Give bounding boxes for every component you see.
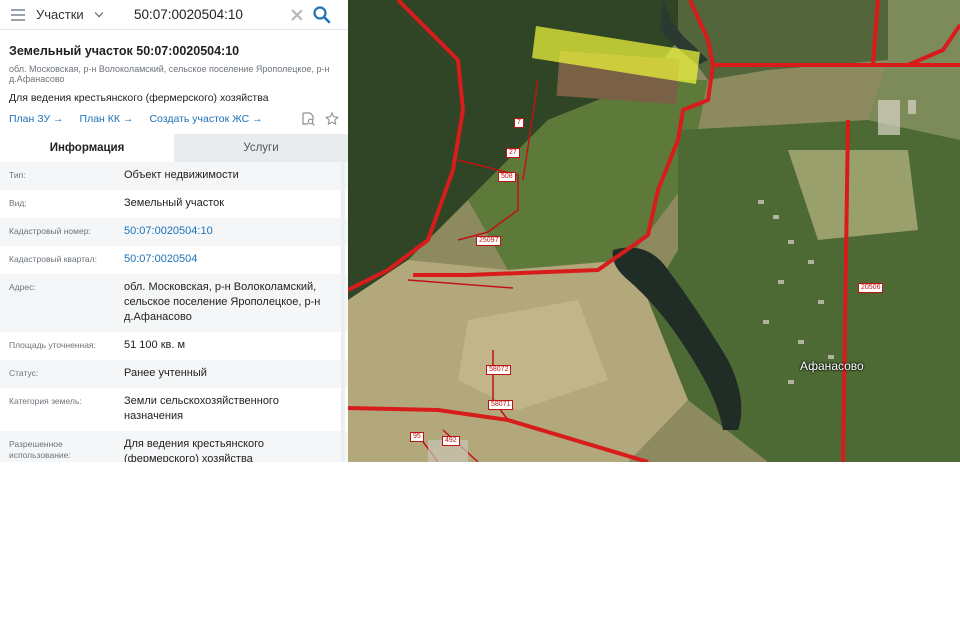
parcel-label: 7 [514, 118, 524, 128]
row-label: Категория земель: [9, 396, 82, 406]
parcel-label: 20506 [858, 283, 884, 293]
row-label: Площадь уточненная: [9, 340, 96, 350]
table-row: Вид: Земельный участок [0, 190, 348, 218]
plan-kk-link[interactable]: План КК → [80, 113, 134, 125]
table-row: Кадастровый номер: 50:07:0020504:10 [0, 218, 348, 246]
cadastral-number-link[interactable]: 50:07:0020504:10 [124, 224, 339, 239]
purpose-text: Для ведения крестьянского (фермерского) … [9, 92, 269, 104]
parcel-label: 492 [442, 436, 460, 446]
map-view[interactable]: Афанасово 7 27 508 25097 20506 58072 580… [348, 0, 960, 462]
blank-area [0, 462, 960, 640]
row-value: Земли сельскохозяйственного назначения [124, 395, 279, 422]
table-row: Кадастровый квартал: 50:07:0020504 [0, 246, 348, 274]
table-row: Площадь уточненная: 51 100 кв. м [0, 332, 348, 360]
search-bar: Участки 50:07:0020504:10 [0, 0, 348, 30]
parcel-label: 95 [410, 432, 424, 442]
address-subtitle: обл. Московская, р-н Волоколамский, сель… [9, 64, 330, 84]
star-icon[interactable] [325, 112, 339, 126]
row-label: Статус: [9, 368, 39, 378]
row-value: обл. Московская, р-н Волоколамский, сель… [124, 281, 321, 323]
settlement-label: Афанасово [800, 359, 864, 373]
search-icon[interactable] [312, 5, 332, 25]
table-row: Тип: Объект недвижимости [0, 162, 348, 190]
search-input[interactable]: 50:07:0020504:10 [106, 7, 290, 22]
row-value: Для ведения крестьянского (фермерского) … [124, 438, 265, 462]
create-parcel-link[interactable]: Создать участок ЖС → [149, 113, 262, 125]
row-value: Объект недвижимости [124, 169, 239, 181]
row-value: Земельный участок [124, 197, 225, 209]
scrollbar[interactable] [341, 162, 345, 462]
row-label: Кадастровый номер: [9, 226, 91, 236]
satellite-map [348, 0, 960, 462]
plan-zu-link[interactable]: План ЗУ → [9, 113, 64, 125]
table-row: Статус: Ранее учтенный [0, 360, 348, 388]
row-label: Разрешенное использование: [9, 439, 71, 460]
table-row: Разрешенное использование: Для ведения к… [0, 431, 348, 462]
menu-icon[interactable] [0, 0, 36, 30]
close-icon[interactable] [290, 8, 304, 22]
chevron-down-icon [94, 8, 103, 18]
layer-select-label: Участки [36, 7, 84, 22]
tab-services[interactable]: Услуги [174, 134, 348, 162]
card-tools [301, 112, 339, 126]
parcel-label: 27 [506, 148, 520, 158]
row-label: Адрес: [9, 282, 36, 292]
tab-bar: Информация Услуги [0, 134, 348, 162]
parcel-label: 508 [498, 172, 516, 182]
row-value: Ранее учтенный [124, 367, 207, 379]
row-value: 51 100 кв. м [124, 339, 186, 351]
row-label: Вид: [9, 198, 27, 208]
parcel-label: 25097 [476, 236, 502, 246]
info-panel: Участки 50:07:0020504:10 Земельный участ… [0, 0, 348, 462]
action-links: План ЗУ → План КК → Создать участок ЖС → [0, 104, 348, 126]
parcel-label: 58072 [486, 365, 512, 375]
parcel-label: 58071 [488, 400, 514, 410]
cadastral-quarter-link[interactable]: 50:07:0020504 [124, 252, 339, 267]
table-row: Категория земель: Земли сельскохозяйстве… [0, 388, 348, 431]
property-table: Тип: Объект недвижимости Вид: Земельный … [0, 162, 348, 462]
row-label: Кадастровый квартал: [9, 254, 97, 264]
find-on-map-icon[interactable] [301, 112, 315, 126]
table-row: Адрес: обл. Московская, р-н Волоколамски… [0, 274, 348, 332]
tab-information[interactable]: Информация [0, 134, 174, 162]
page-title: Земельный участок 50:07:0020504:10 [9, 44, 240, 58]
layer-select[interactable]: Участки [36, 7, 106, 22]
row-label: Тип: [9, 170, 26, 180]
